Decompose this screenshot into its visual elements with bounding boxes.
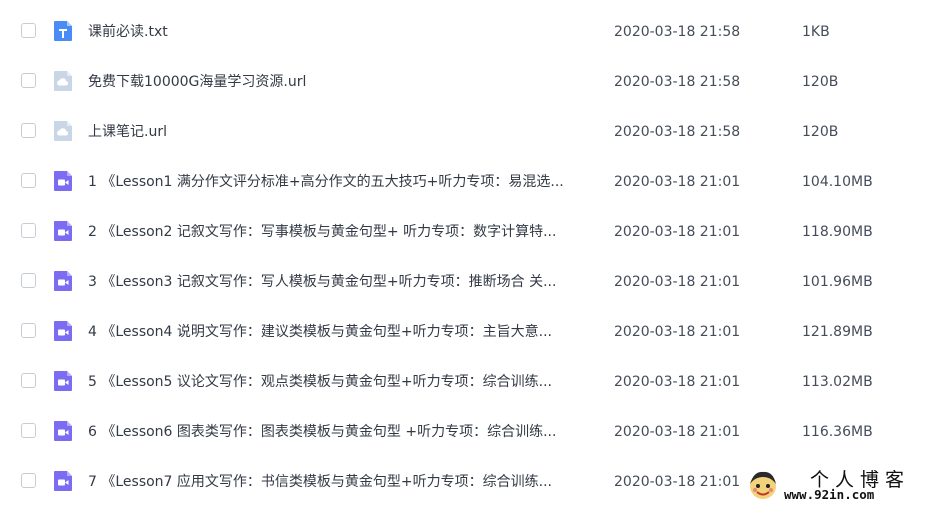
file-name[interactable]: 免费下载10000G海量学习资源.url <box>88 73 306 91</box>
file-row[interactable]: 1 《Lesson1 满分作文评分标准+高分作文的五大技巧+听力专项：易混选..… <box>0 158 937 208</box>
select-checkbox[interactable] <box>21 323 36 338</box>
file-row[interactable]: 6 《Lesson6 图表类写作：图表类模板与黄金句型 +听力专项：综合训练..… <box>0 408 937 458</box>
file-size: 118.90MB <box>802 224 873 240</box>
file-name[interactable]: 5 《Lesson5 议论文写作：观点类模板与黄金句型+听力专项：综合训练... <box>88 373 552 391</box>
file-name[interactable]: 4 《Lesson4 说明文写作：建议类模板与黄金句型+听力专项：主旨大意... <box>88 323 552 341</box>
file-row[interactable]: 免费下载10000G海量学习资源.url 2020-03-18 21:58 120B <box>0 58 937 108</box>
select-checkbox[interactable] <box>21 23 36 38</box>
file-row[interactable]: 5 《Lesson5 议论文写作：观点类模板与黄金句型+听力专项：综合训练...… <box>0 358 937 408</box>
file-size: 1KB <box>802 24 830 40</box>
file-date: 2020-03-18 21:01 <box>614 374 741 390</box>
file-name[interactable]: 2 《Lesson2 记叙文写作：写事模板与黄金句型+ 听力专项：数字计算特..… <box>88 223 556 241</box>
video-file-icon <box>52 470 74 492</box>
file-size: 120B <box>802 74 839 90</box>
file-name[interactable]: 课前必读.txt <box>88 23 168 41</box>
file-date: 2020-03-18 21:01 <box>614 474 741 490</box>
video-file-icon <box>52 320 74 342</box>
select-checkbox[interactable] <box>21 123 36 138</box>
video-file-icon <box>52 270 74 292</box>
select-checkbox[interactable] <box>21 273 36 288</box>
file-row[interactable]: 2 《Lesson2 记叙文写作：写事模板与黄金句型+ 听力专项：数字计算特..… <box>0 208 937 258</box>
watermark: 个人博客 www.92in.com <box>744 464 937 507</box>
file-row[interactable]: 4 《Lesson4 说明文写作：建议类模板与黄金句型+听力专项：主旨大意...… <box>0 308 937 358</box>
select-checkbox[interactable] <box>21 223 36 238</box>
watermark-url: www.92in.com <box>784 487 875 502</box>
file-row[interactable]: 3 《Lesson3 记叙文写作：写人模板与黄金句型+听力专项：推断场合 关..… <box>0 258 937 308</box>
file-name[interactable]: 6 《Lesson6 图表类写作：图表类模板与黄金句型 +听力专项：综合训练..… <box>88 423 556 441</box>
avatar-logo-icon <box>750 471 776 499</box>
file-date: 2020-03-18 21:01 <box>614 174 741 190</box>
file-name[interactable]: 1 《Lesson1 满分作文评分标准+高分作文的五大技巧+听力专项：易混选..… <box>88 173 564 191</box>
file-date: 2020-03-18 21:01 <box>614 324 741 340</box>
link-file-icon <box>52 70 74 92</box>
file-name[interactable]: 7 《Lesson7 应用文写作：书信类模板与黄金句型+听力专项：综合训练... <box>88 473 552 491</box>
file-list: 课前必读.txt 2020-03-18 21:58 1KB 免费下载10000G海量学… <box>0 8 937 508</box>
file-size: 116.36MB <box>802 424 873 440</box>
file-size: 101.96MB <box>802 274 873 290</box>
file-name[interactable]: 3 《Lesson3 记叙文写作：写人模板与黄金句型+听力专项：推断场合 关..… <box>88 273 556 291</box>
select-checkbox[interactable] <box>21 373 36 388</box>
select-checkbox[interactable] <box>21 173 36 188</box>
video-file-icon <box>52 170 74 192</box>
file-size: 104.10MB <box>802 174 873 190</box>
file-date: 2020-03-18 21:01 <box>614 224 741 240</box>
file-size: 120B <box>802 124 839 140</box>
file-size: 113.02MB <box>802 374 873 390</box>
video-file-icon <box>52 220 74 242</box>
select-checkbox[interactable] <box>21 473 36 488</box>
video-file-icon <box>52 370 74 392</box>
file-date: 2020-03-18 21:58 <box>614 124 741 140</box>
video-file-icon <box>52 420 74 442</box>
select-checkbox[interactable] <box>21 423 36 438</box>
file-date: 2020-03-18 21:58 <box>614 74 741 90</box>
link-file-icon <box>52 120 74 142</box>
file-date: 2020-03-18 21:58 <box>614 24 741 40</box>
file-size: 121.89MB <box>802 324 873 340</box>
file-date: 2020-03-18 21:01 <box>614 424 741 440</box>
file-date: 2020-03-18 21:01 <box>614 274 741 290</box>
file-row[interactable]: 上课笔记.url 2020-03-18 21:58 120B <box>0 108 937 158</box>
select-checkbox[interactable] <box>21 73 36 88</box>
file-name[interactable]: 上课笔记.url <box>88 123 167 141</box>
text-file-icon <box>52 20 74 42</box>
file-row[interactable]: 课前必读.txt 2020-03-18 21:58 1KB <box>0 8 937 58</box>
